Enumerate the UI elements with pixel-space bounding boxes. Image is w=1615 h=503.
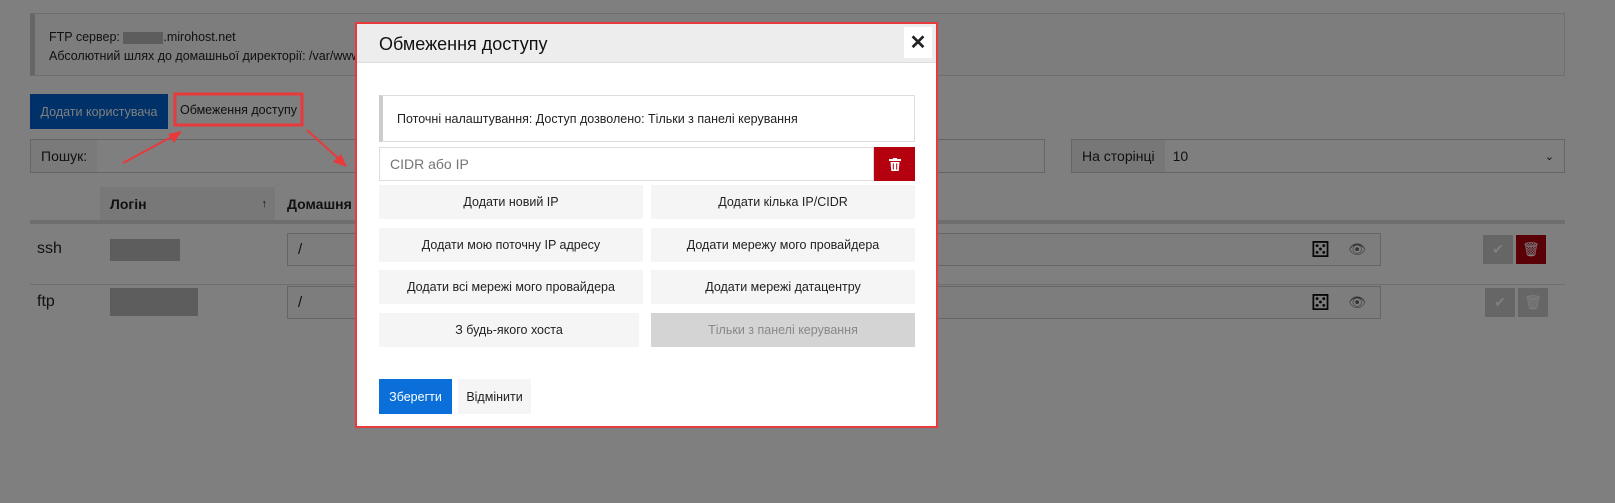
add-datacenter-networks-button[interactable]: Додати мережі датацентру (651, 270, 915, 304)
current-settings: Поточні налаштування: Доступ дозволено: … (379, 95, 915, 142)
save-button[interactable]: Зберегти (379, 379, 452, 414)
any-host-button[interactable]: З будь-якого хоста (379, 313, 639, 347)
add-all-provider-networks-button[interactable]: Додати всі мережі мого провайдера (379, 270, 643, 304)
add-provider-network-button[interactable]: Додати мережу мого провайдера (651, 228, 915, 262)
annotation-arrow (122, 134, 176, 164)
clear-cidr-button[interactable] (874, 147, 915, 181)
close-icon[interactable]: ✕ (904, 27, 932, 58)
add-multiple-ip-button[interactable]: Додати кілька IP/CIDR (651, 185, 915, 219)
modal-header: Обмеження доступу ✕ (357, 24, 936, 63)
add-new-ip-button[interactable]: Додати новий IP (379, 185, 643, 219)
annotation-arrowhead (168, 131, 182, 143)
cancel-button[interactable]: Відмінити (458, 379, 531, 414)
annotation-highlight-box (173, 92, 304, 127)
add-my-ip-button[interactable]: Додати мою поточну IP адресу (379, 228, 643, 262)
panel-only-button[interactable]: Тільки з панелі керування (651, 313, 915, 347)
access-restriction-modal: Обмеження доступу ✕ Поточні налаштування… (355, 22, 938, 428)
modal-title: Обмеження доступу (379, 34, 548, 54)
annotation-arrow (306, 129, 341, 161)
trash-icon (888, 157, 901, 171)
cidr-input[interactable] (379, 147, 874, 181)
